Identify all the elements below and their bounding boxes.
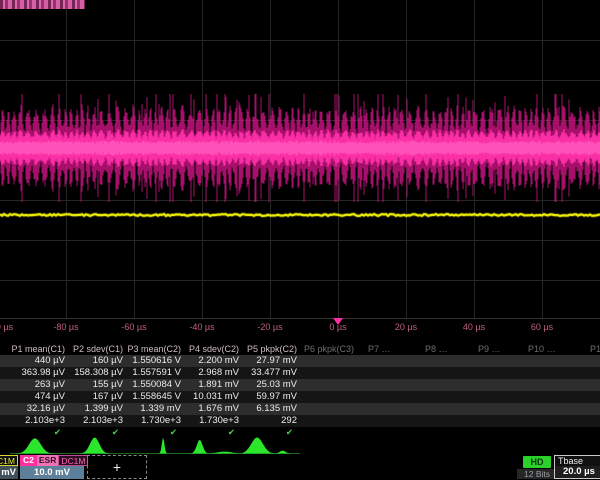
- timebase-value: 20.0 µs: [555, 466, 600, 478]
- histicon: [184, 440, 242, 454]
- time-axis-label: -60 µs: [121, 322, 146, 332]
- c1-coupling-badge: DC1M: [0, 455, 18, 466]
- measurement-value: 6.135 mV: [242, 403, 300, 415]
- measurement-value: 440 µV: [10, 355, 68, 367]
- time-axis-label: -100 µs: [0, 322, 13, 332]
- measurement-value: 474 µV: [10, 391, 68, 403]
- measurement-value: 10.031 mV: [184, 391, 242, 403]
- measurement-value: 2.103e+3: [68, 415, 126, 427]
- param-header-p4[interactable]: P4 sdev(C2): [184, 344, 242, 355]
- time-axis-label: 0 µs: [329, 322, 346, 332]
- waveform-display[interactable]: [0, 0, 600, 319]
- waveform-svg: [0, 0, 600, 319]
- c2-scale-value: 10.0 mV: [20, 466, 84, 479]
- time-axis-label: -80 µs: [53, 322, 78, 332]
- measurement-row: 363.98 µV158.308 µV1.557591 V2.968 mV33.…: [0, 367, 600, 379]
- hd-bits-label: 12 Bits: [517, 469, 557, 479]
- measurement-row: 440 µV160 µV1.550616 V2.200 mV27.97 mV: [0, 355, 600, 367]
- measurement-value: 155 µV: [68, 379, 126, 391]
- time-axis-label: 20 µs: [395, 322, 417, 332]
- measurement-value: 1.730e+3: [126, 415, 184, 427]
- c1-scale-value: 10.0 mV: [0, 466, 18, 479]
- measurement-value: 1.558645 V: [126, 391, 184, 403]
- time-axis: -100 µs -80 µs -60 µs -40 µs -20 µs 0 µs 20 µs…: [0, 319, 600, 337]
- toolbar: DC1M 10.0 mV C2 ESR DC1M 10.0 mV + HD 12…: [0, 455, 600, 480]
- measurement-table: P1 mean(C1)P2 sdev(C1)P3 mean(C2)P4 sdev…: [0, 344, 600, 437]
- measurement-value: 1.550616 V: [126, 355, 184, 367]
- measurement-value: 2.200 mV: [184, 355, 242, 367]
- measurement-value: 160 µV: [68, 355, 126, 367]
- channel-c2-descriptor[interactable]: C2 ESR DC1M 10.0 mV: [20, 455, 84, 479]
- param-header-p3[interactable]: P3 mean(C2): [126, 344, 184, 355]
- add-trace-button[interactable]: +: [87, 455, 147, 479]
- measurement-value: 32.16 µV: [10, 403, 68, 415]
- measurement-value: 292: [242, 415, 300, 427]
- top-left-label-fragment: [0, 0, 85, 9]
- param-header-p6-inactive[interactable]: P6 pkpk(C3): [304, 344, 354, 355]
- measurement-value: 263 µV: [10, 379, 68, 391]
- measurement-value: 1.557591 V: [126, 367, 184, 379]
- measurement-value: 1.339 mV: [126, 403, 184, 415]
- measurement-value: 2.103e+3: [10, 415, 68, 427]
- measurement-value: 33.477 mV: [242, 367, 300, 379]
- measurement-value: 27.97 mV: [242, 355, 300, 367]
- measurement-histicons: [0, 435, 600, 455]
- param-header-p1[interactable]: P1 mean(C1): [10, 344, 68, 355]
- time-axis-label: -40 µs: [189, 322, 214, 332]
- measurement-value: 363.98 µV: [10, 367, 68, 379]
- c2-coupling-badge: DC1M: [58, 455, 88, 466]
- param-header-p5[interactable]: P5 pkpk(C2): [242, 344, 300, 355]
- histicon: [126, 438, 184, 454]
- measurement-row: 263 µV155 µV1.550084 V1.891 mV25.03 mV: [0, 379, 600, 391]
- measurement-value: 25.03 mV: [242, 379, 300, 391]
- c2-label: C2: [20, 455, 37, 466]
- histicon: [68, 438, 126, 454]
- timebase-descriptor[interactable]: Tbase 20.0 µs: [554, 455, 600, 479]
- measurement-value: 1.399 µV: [68, 403, 126, 415]
- time-axis-label: 60 µs: [531, 322, 553, 332]
- timebase-title: Tbase: [555, 456, 600, 466]
- measurement-value: 1.891 mV: [184, 379, 242, 391]
- param-header-p8-inactive[interactable]: P8 …: [425, 344, 448, 355]
- param-header-p2[interactable]: P2 sdev(C1): [68, 344, 126, 355]
- param-header-p10-inactive[interactable]: P10 …: [528, 344, 556, 355]
- measurement-value: 2.968 mV: [184, 367, 242, 379]
- time-axis-label: -20 µs: [257, 322, 282, 332]
- param-header-p11-inactive[interactable]: P11: [590, 344, 600, 355]
- measurement-row: 2.103e+32.103e+31.730e+31.730e+3292: [0, 415, 600, 427]
- measurement-row: 474 µV167 µV1.558645 V10.031 mV59.97 mV: [0, 391, 600, 403]
- measurement-value: 1.676 mV: [184, 403, 242, 415]
- histicon: [242, 438, 300, 454]
- measurement-value: 158.308 µV: [68, 367, 126, 379]
- oscilloscope-screen: -100 µs -80 µs -60 µs -40 µs -20 µs 0 µs 20 µs…: [0, 0, 600, 480]
- param-header-p9-inactive[interactable]: P9 …: [478, 344, 501, 355]
- measurement-value: 1.730e+3: [184, 415, 242, 427]
- c2-esr-badge: ESR: [37, 455, 58, 466]
- time-axis-label: 40 µs: [463, 322, 485, 332]
- measurement-value: 1.550084 V: [126, 379, 184, 391]
- measurement-value: 167 µV: [68, 391, 126, 403]
- histicon: [10, 438, 68, 453]
- measurement-value: 59.97 mV: [242, 391, 300, 403]
- param-header-p7-inactive[interactable]: P7 …: [368, 344, 391, 355]
- hd-mode-badge: HD: [523, 456, 551, 468]
- measurement-row: 32.16 µV1.399 µV1.339 mV1.676 mV6.135 mV: [0, 403, 600, 415]
- measurement-table-header: P1 mean(C1)P2 sdev(C1)P3 mean(C2)P4 sdev…: [0, 344, 600, 355]
- channel-c1-descriptor[interactable]: DC1M 10.0 mV: [0, 455, 18, 479]
